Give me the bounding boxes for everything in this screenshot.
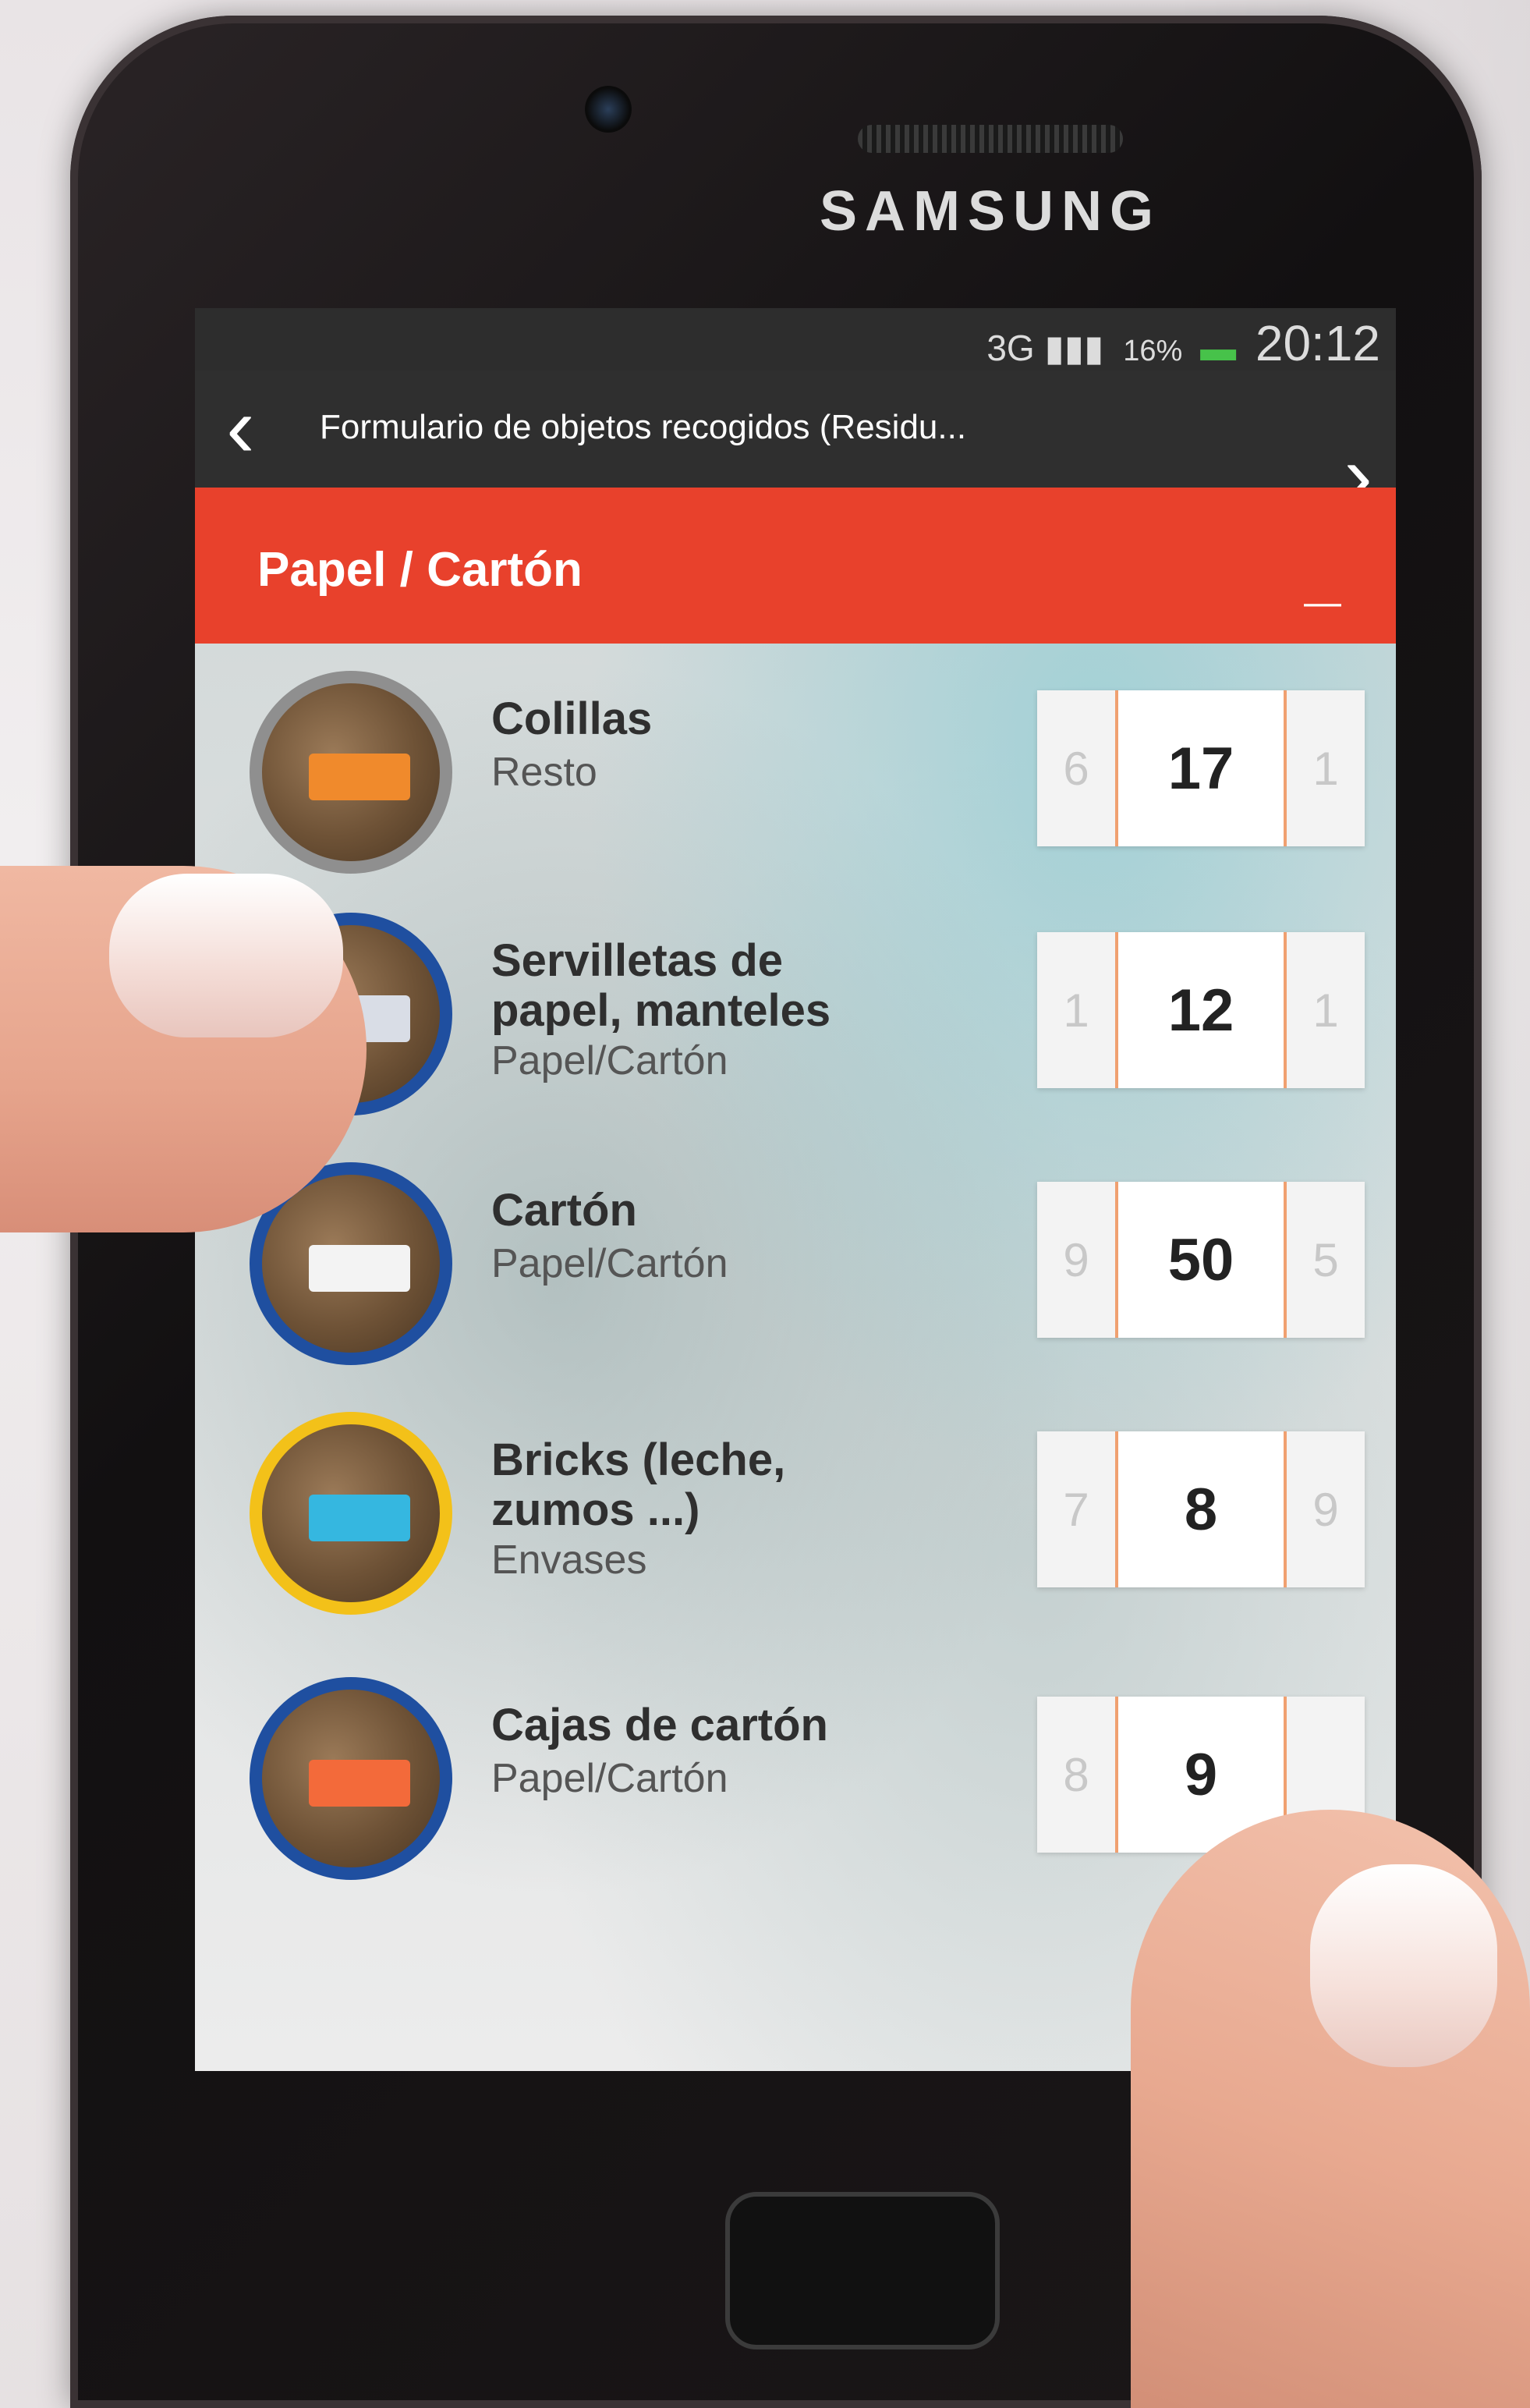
- left-finger: [0, 866, 367, 1232]
- right-thumb: [1131, 1810, 1530, 2408]
- item-name: Cajas de cartón: [491, 1700, 828, 1750]
- stepper-prev-value[interactable]: 7: [1037, 1431, 1115, 1587]
- battery-percent: 16%: [1123, 335, 1183, 367]
- front-camera: [585, 86, 632, 133]
- stepper-current-value[interactable]: 8: [1115, 1431, 1287, 1587]
- item-thumbnail: [250, 1412, 452, 1615]
- list-item: Bricks (leche, zumos ...) Envases 7 8 9: [195, 1404, 1396, 1638]
- stepper-current-value[interactable]: 17: [1115, 690, 1287, 846]
- stepper-prev-value[interactable]: 8: [1037, 1697, 1115, 1853]
- item-category: Papel/Cartón: [491, 1038, 728, 1083]
- earpiece-speaker: [858, 125, 1123, 153]
- cigarette-butt-image: [309, 754, 410, 800]
- stepper-current-value[interactable]: 50: [1115, 1182, 1287, 1338]
- app-header: ‹ Formulario de objetos recogidos (Resid…: [195, 371, 1396, 519]
- signal-icon: ▮▮▮: [1044, 328, 1104, 368]
- stepper-next-value[interactable]: 9: [1287, 1431, 1365, 1587]
- cardboard-image: [309, 1245, 410, 1292]
- stepper-next-value[interactable]: 5: [1287, 1182, 1365, 1338]
- status-bar: 3G ▮▮▮ 16% ▬ 20:12: [195, 308, 1396, 371]
- clock-time: 20:12: [1255, 315, 1380, 371]
- quantity-stepper[interactable]: 9 50 5: [1037, 1182, 1365, 1338]
- item-name: Cartón: [491, 1185, 637, 1236]
- list-item: Cartón Papel/Cartón 9 50 5: [195, 1154, 1396, 1388]
- stepper-current-value[interactable]: 12: [1115, 932, 1287, 1088]
- section-header[interactable]: Papel / Cartón —: [195, 488, 1396, 644]
- item-category: Papel/Cartón: [491, 1756, 728, 1801]
- quantity-stepper[interactable]: 7 8 9: [1037, 1431, 1365, 1587]
- list-item: Servilletas de papel, manteles Papel/Car…: [195, 905, 1396, 1139]
- item-category: Papel/Cartón: [491, 1241, 728, 1286]
- stepper-next-value[interactable]: 1: [1287, 932, 1365, 1088]
- stepper-prev-value[interactable]: 1: [1037, 932, 1115, 1088]
- home-button[interactable]: [725, 2192, 1000, 2349]
- item-name: Servilletas de papel, manteles: [491, 935, 831, 1036]
- collapse-icon[interactable]: —: [1304, 581, 1341, 624]
- app-screen: 3G ▮▮▮ 16% ▬ 20:12 ‹ Formulario de objet…: [195, 308, 1396, 2071]
- section-title: Papel / Cartón: [257, 543, 583, 597]
- item-thumbnail: [250, 1677, 452, 1880]
- item-name: Bricks (leche, zumos ...): [491, 1435, 786, 1535]
- cardboard-box-image: [309, 1760, 410, 1807]
- quantity-stepper[interactable]: 6 17 1: [1037, 690, 1365, 846]
- network-type: 3G: [986, 328, 1035, 368]
- item-category: Envases: [491, 1537, 647, 1583]
- item-name: Colillas: [491, 693, 653, 744]
- status-right: 3G ▮▮▮ 16% ▬ 20:12: [986, 314, 1380, 372]
- device-brand: SAMSUNG: [819, 180, 1161, 243]
- stepper-prev-value[interactable]: 9: [1037, 1182, 1115, 1338]
- list-item: Colillas Resto 6 17 1: [195, 663, 1396, 897]
- right-thumbnail: [1310, 1864, 1497, 2067]
- battery-icon: ▬: [1200, 328, 1237, 368]
- item-thumbnail: [250, 671, 452, 874]
- page-title: Formulario de objetos recogidos (Residu.…: [320, 408, 967, 446]
- stepper-next-value[interactable]: 1: [1287, 690, 1365, 846]
- back-chevron-icon[interactable]: ‹: [226, 385, 255, 470]
- left-fingernail: [109, 874, 343, 1037]
- item-category: Resto: [491, 750, 597, 795]
- brick-carton-image: [309, 1495, 410, 1541]
- quantity-stepper[interactable]: 1 12 1: [1037, 932, 1365, 1088]
- stepper-prev-value[interactable]: 6: [1037, 690, 1115, 846]
